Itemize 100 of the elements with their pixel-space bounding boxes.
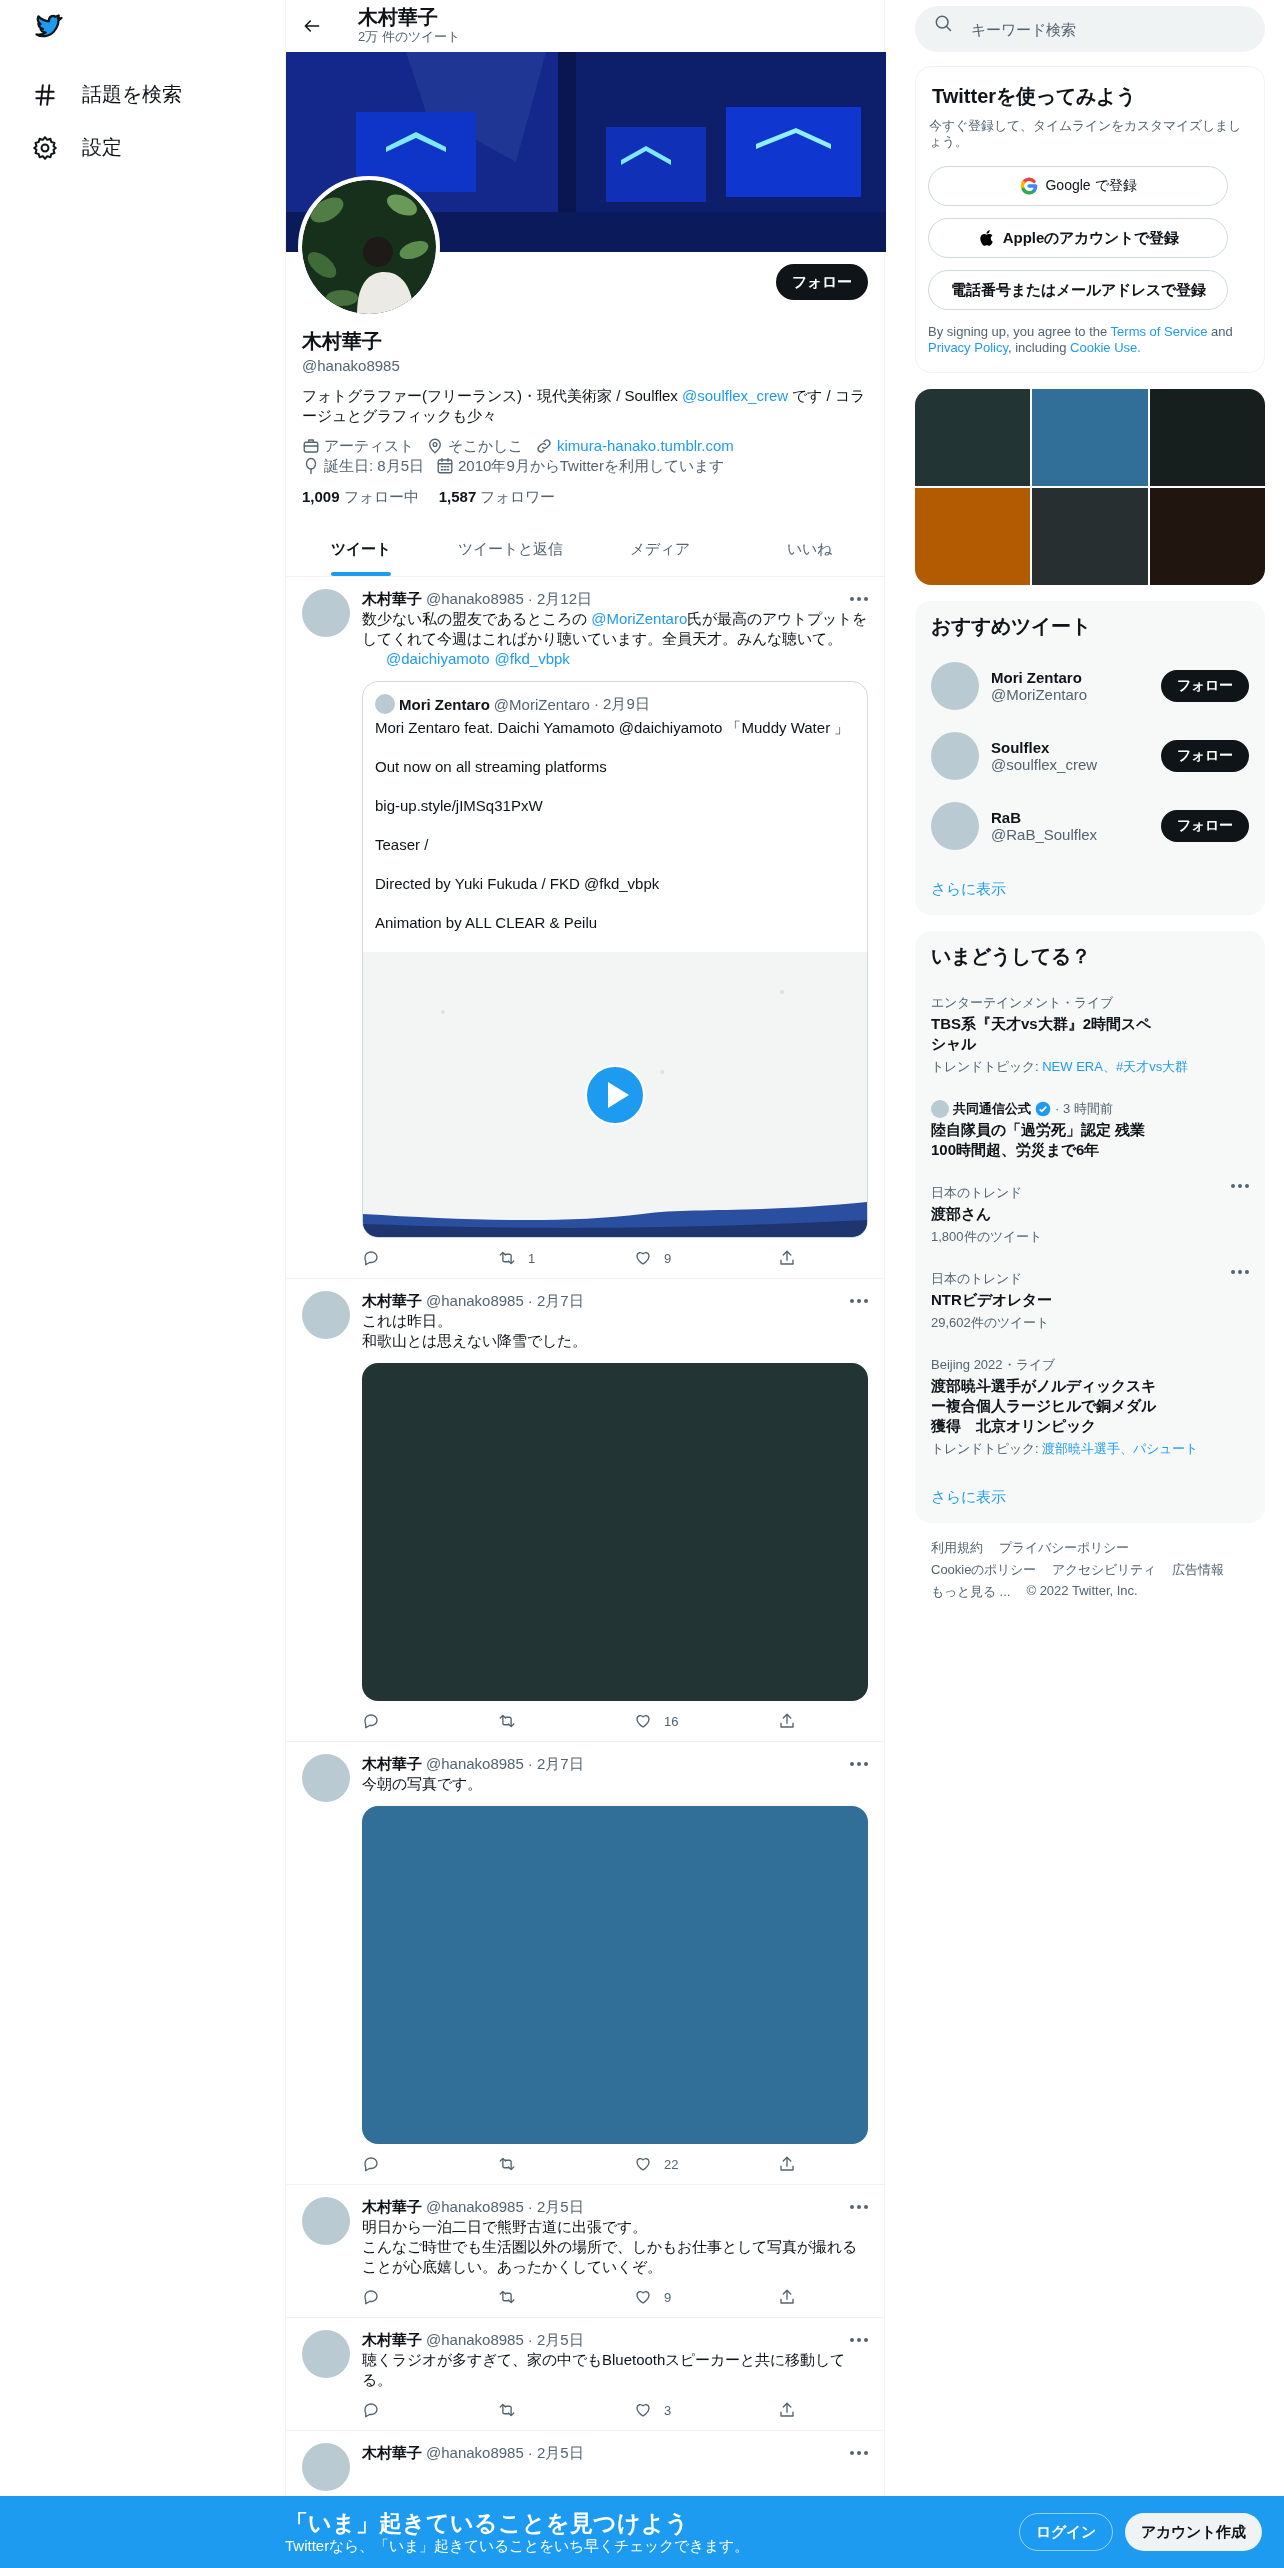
tweet-text: big-up.style/jIMSq31PxW bbox=[375, 796, 544, 816]
author-name[interactable]: 木村華子 bbox=[362, 1291, 422, 1311]
more-icon[interactable] bbox=[850, 2451, 868, 2455]
signup-button[interactable]: アカウント作成 bbox=[1125, 2513, 1262, 2551]
card-title: おすすめツイート bbox=[931, 614, 1092, 639]
footer-link[interactable]: 利用規約 bbox=[931, 1539, 983, 1557]
avatar[interactable] bbox=[302, 1754, 350, 1802]
tweet-text: こんなご時世でも生活圏以外の場所で、しかもお仕事として写真が撮れることが心底嬉しい。あったかくしていくぞ。 bbox=[362, 2237, 858, 2277]
trend-title[interactable]: NTRビデオレター bbox=[931, 1290, 1161, 1310]
signup-button[interactable]: Appleのアカウントで登録 bbox=[928, 218, 1228, 258]
user-name[interactable]: Soulflex bbox=[991, 739, 1098, 756]
follow-stat[interactable]: 1,009 フォロー中 bbox=[302, 488, 419, 507]
avatar[interactable] bbox=[931, 662, 979, 710]
image-placeholder[interactable] bbox=[1032, 389, 1148, 486]
more-icon[interactable] bbox=[850, 2205, 868, 2209]
tweet-date[interactable]: · 2月5日 bbox=[527, 2443, 584, 2463]
image-placeholder[interactable] bbox=[362, 1363, 868, 1701]
user-name[interactable]: Mori Zentaro bbox=[991, 669, 1088, 686]
more-icon[interactable] bbox=[850, 2338, 868, 2342]
author-handle: @hanako8985 bbox=[426, 2330, 524, 2350]
trend-context: 日本のトレンド bbox=[931, 1184, 1022, 1202]
author-name[interactable]: 木村華子 bbox=[362, 589, 422, 609]
heart-icon bbox=[634, 2155, 652, 2173]
signup-button[interactable]: Google で登録 bbox=[928, 166, 1228, 206]
tweet-date[interactable]: · 2月12日 bbox=[527, 589, 592, 609]
author-name[interactable]: 木村華子 bbox=[362, 2330, 422, 2350]
heart-icon bbox=[634, 2288, 652, 2306]
follow-button[interactable]: フォロー bbox=[776, 264, 868, 300]
footer-link[interactable]: プライバシーポリシー bbox=[999, 1539, 1129, 1557]
follow-button[interactable]: フォロー bbox=[1161, 740, 1249, 772]
tweet-date[interactable]: · 2月5日 bbox=[527, 2197, 584, 2217]
pin-icon bbox=[426, 437, 444, 455]
tweet-text: Teaser / bbox=[375, 835, 430, 855]
profile-tab[interactable]: ツイート bbox=[286, 523, 436, 576]
avatar[interactable] bbox=[302, 2443, 350, 2491]
image-placeholder[interactable] bbox=[362, 1806, 868, 2144]
follow-button[interactable]: フォロー bbox=[1161, 670, 1249, 702]
more-icon[interactable] bbox=[850, 597, 868, 601]
avatar[interactable] bbox=[302, 2197, 350, 2245]
footer-link[interactable]: アクセシビリティ bbox=[1052, 1561, 1157, 1579]
tweet-text: 明日から一泊二日で熊野古道に出張です。 bbox=[362, 2217, 648, 2237]
image-placeholder[interactable] bbox=[1032, 488, 1148, 585]
image-placeholder[interactable] bbox=[1149, 488, 1265, 585]
tweet-date[interactable]: · 2月5日 bbox=[527, 2330, 584, 2350]
user-name[interactable]: RaB bbox=[991, 809, 1098, 826]
author-name[interactable]: 木村華子 bbox=[362, 2443, 422, 2463]
trend-context: 日本のトレンド bbox=[931, 1270, 1022, 1288]
follow-stat[interactable]: 1,587 フォロワー bbox=[438, 488, 556, 507]
signup-button[interactable]: 電話番号またはメールアドレスで登録 bbox=[928, 270, 1228, 310]
more-icon[interactable] bbox=[1231, 1184, 1249, 1188]
trend-title[interactable]: 渡部暁斗選手がノルディックスキー複合個人ラージヒルで銅メダル獲得 北京オリンピック bbox=[931, 1376, 1161, 1436]
avatar[interactable] bbox=[931, 732, 979, 780]
tweet-count: 2万 件のツイート bbox=[358, 28, 460, 46]
avatar[interactable] bbox=[302, 2330, 350, 2378]
more-icon[interactable] bbox=[1231, 1270, 1249, 1274]
play-button[interactable] bbox=[585, 1064, 645, 1125]
reply-icon bbox=[362, 2155, 380, 2173]
profile-name: 木村華子 bbox=[302, 329, 383, 354]
image-placeholder[interactable] bbox=[1149, 389, 1265, 486]
more-icon[interactable] bbox=[850, 1762, 868, 1766]
follow-button[interactable]: フォロー bbox=[1161, 810, 1249, 842]
trend-title[interactable]: 陸自隊員の「過労死」認定 残業100時間超、労災まで6年 bbox=[931, 1120, 1161, 1160]
legal-text: By signing up, you agree to the Terms of Service and Privacy Policy, including Cookie Use. bbox=[928, 324, 1234, 356]
reply-icon bbox=[362, 2401, 380, 2419]
avatar[interactable] bbox=[302, 589, 350, 637]
user-handle: @MoriZentaro bbox=[991, 686, 1088, 703]
footer-link[interactable]: 広告情報 bbox=[1172, 1561, 1225, 1579]
footer-link[interactable]: もっと見る ... bbox=[931, 1583, 1011, 1601]
author-handle: @hanako8985 bbox=[426, 589, 524, 609]
avatar[interactable] bbox=[931, 802, 979, 850]
tweet-date[interactable]: · 2月7日 bbox=[527, 1291, 584, 1311]
profile-tab[interactable]: ツイートと返信 bbox=[435, 523, 585, 576]
author-handle: @hanako8985 bbox=[426, 1754, 524, 1774]
author-handle: @hanako8985 bbox=[426, 2443, 524, 2463]
author-name[interactable]: 木村華子 bbox=[362, 1754, 422, 1774]
image-placeholder[interactable] bbox=[915, 488, 1031, 585]
profile-tab[interactable]: いいね bbox=[734, 523, 884, 576]
tweet-text: Animation by ALL CLEAR & Peilu bbox=[375, 913, 599, 933]
trend-topics: トレンドトピック: 渡部暁斗選手、パシュート bbox=[931, 1440, 1200, 1458]
profile-tab[interactable]: メディア bbox=[585, 523, 735, 576]
nav-item[interactable]: 話題を検索 bbox=[32, 68, 182, 121]
avatar[interactable] bbox=[302, 1291, 350, 1339]
tweet-text: 和歌山とは思えない降雪でした。 bbox=[362, 1331, 588, 1351]
retweet-icon bbox=[498, 2401, 516, 2419]
nav-item[interactable]: 設定 bbox=[32, 121, 122, 174]
quoted-tweet[interactable] bbox=[362, 681, 868, 1238]
like-count: 3 bbox=[664, 2402, 672, 2418]
more-icon[interactable] bbox=[850, 1299, 868, 1303]
search-field[interactable]: キーワード検索 bbox=[915, 6, 1265, 52]
image-placeholder[interactable] bbox=[915, 389, 1031, 486]
profile-detail: アーティスト bbox=[324, 436, 414, 456]
footer-link[interactable]: Cookieのポリシー bbox=[931, 1561, 1037, 1579]
author-name[interactable]: 木村華子 bbox=[362, 2197, 422, 2217]
tweet-date[interactable]: · 2月7日 bbox=[527, 1754, 584, 1774]
card-title: Twitterを使ってみよう bbox=[931, 84, 1138, 109]
profile-detail: 2010年9月からTwitterを利用しています bbox=[458, 456, 724, 476]
trend-title[interactable]: 渡部さん bbox=[931, 1204, 1161, 1224]
footer-link[interactable]: © 2022 Twitter, Inc. bbox=[1026, 1583, 1138, 1601]
trend-title[interactable]: TBS系『天才vs大群』2時間スペシャル bbox=[931, 1014, 1161, 1054]
google-icon bbox=[1019, 176, 1040, 196]
